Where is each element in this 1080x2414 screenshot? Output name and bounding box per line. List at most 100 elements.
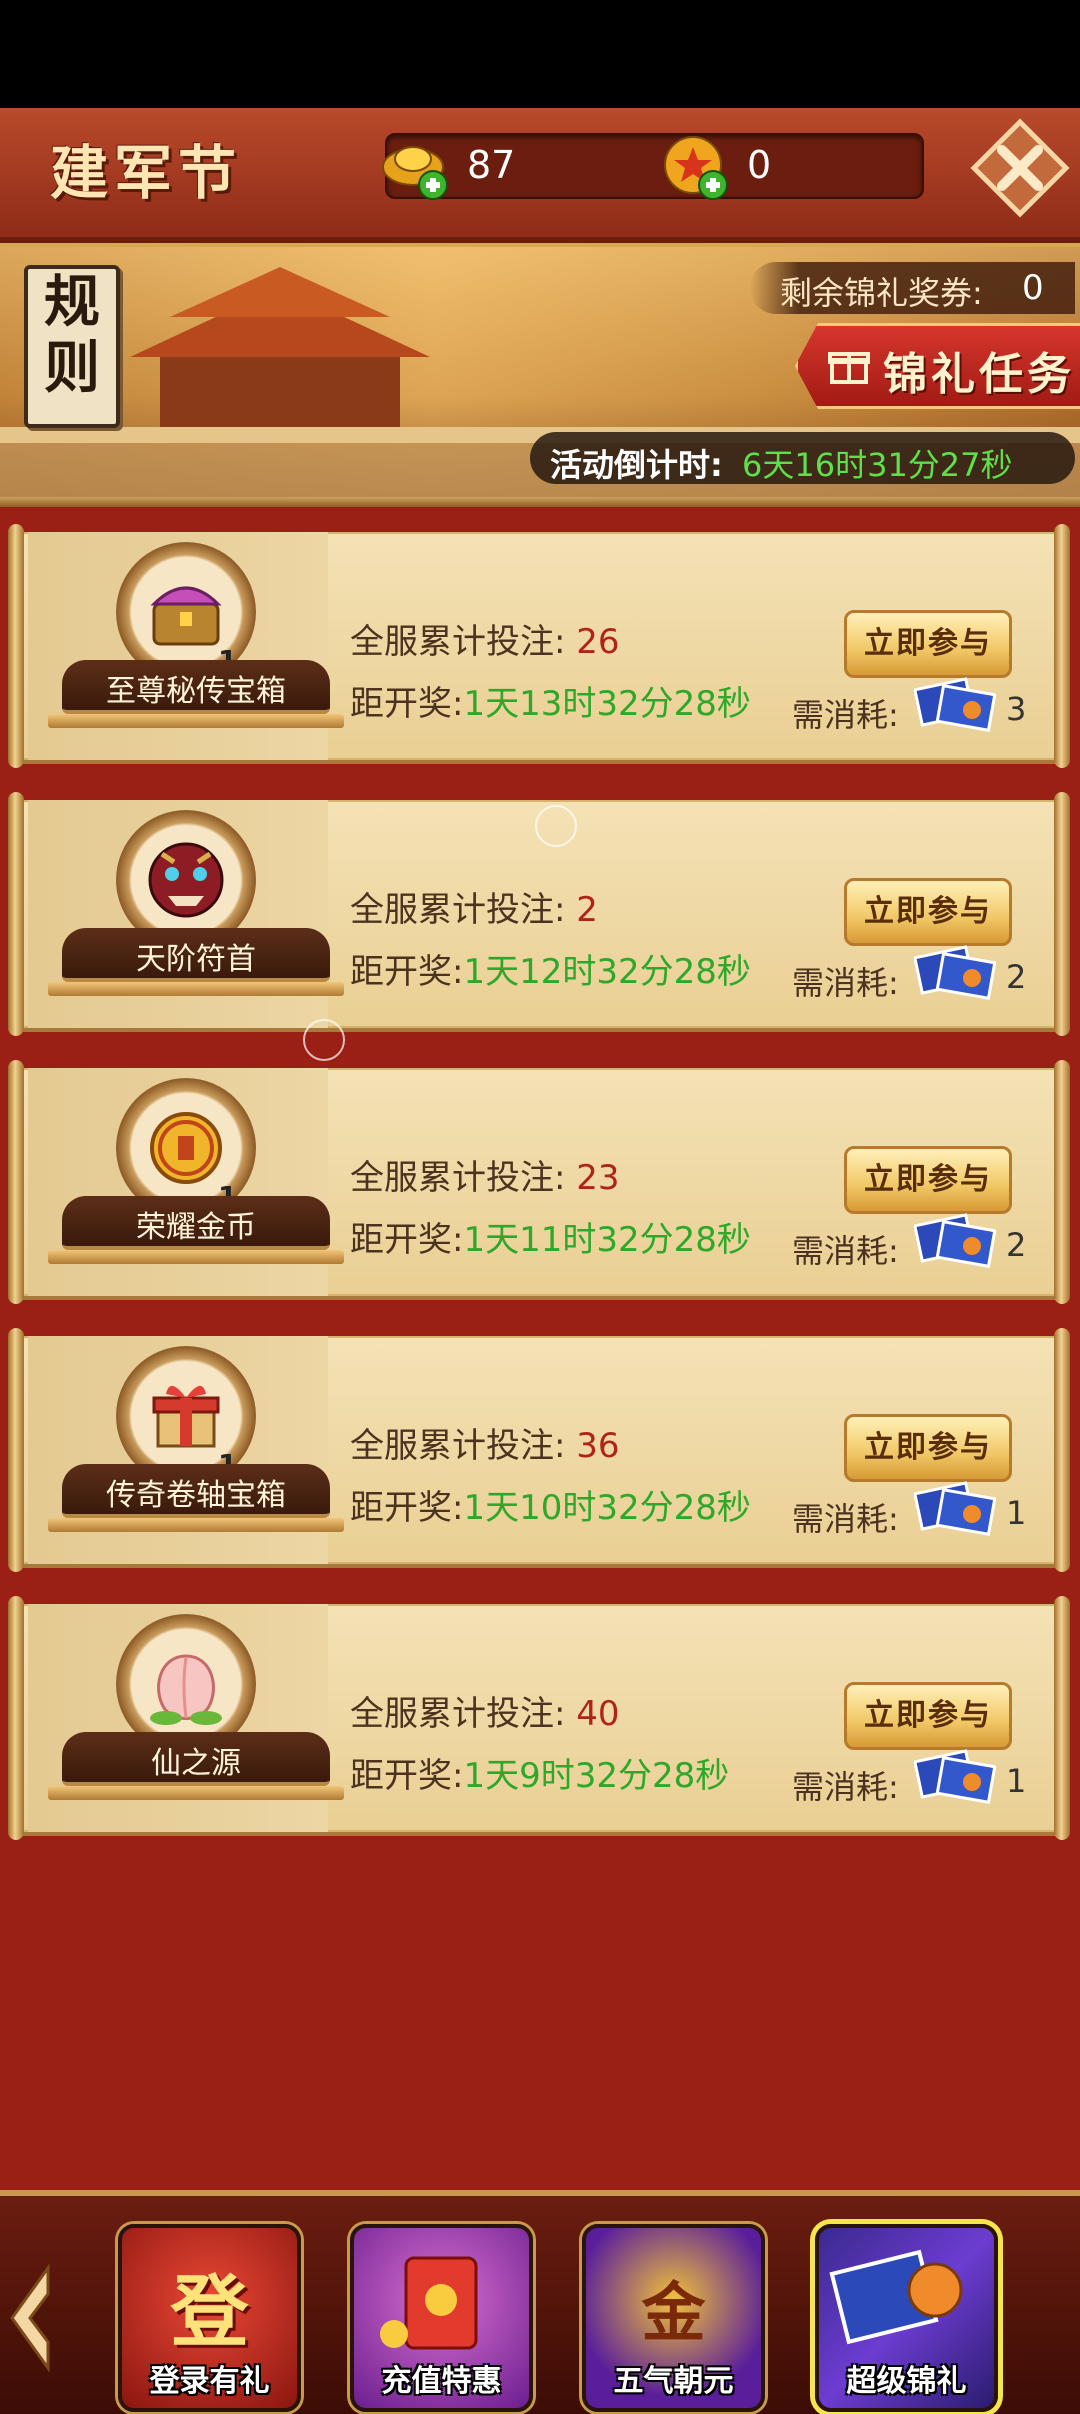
lottery-card: 1 传奇卷轴宝箱 全服累计投注: 36 距开奖:1天10时32分28秒 立即参与…	[8, 1328, 1070, 1572]
total-bets: 全服累计投注: 26	[350, 614, 620, 663]
draw-label: 距开奖:	[350, 1220, 464, 1260]
total-bets: 全服累计投注: 40	[350, 1686, 620, 1735]
ticket-icon	[914, 1481, 996, 1536]
total-bets-value: 23	[576, 1158, 620, 1198]
item-name-plate: 天阶符首	[62, 928, 330, 982]
item-name-plate: 荣耀金币	[62, 1196, 330, 1250]
item-name: 荣耀金币	[136, 1210, 256, 1245]
total-bets-value: 40	[576, 1694, 620, 1734]
draw-label: 距开奖:	[350, 1488, 464, 1528]
draw-countdown: 距开奖:1天12时32分28秒	[350, 944, 751, 993]
banner-border	[0, 497, 1080, 507]
consume-label: 需消耗:	[792, 964, 899, 1002]
consume-label: 需消耗:	[792, 696, 899, 734]
chevron-left-icon[interactable]	[4, 2258, 56, 2378]
plate-base	[48, 1786, 344, 1800]
status-bar	[0, 0, 1080, 108]
draw-countdown: 距开奖:1天9时32分28秒	[350, 1748, 729, 1797]
red-envelope-icon	[380, 2256, 478, 2350]
draw-value: 1天13时32分28秒	[463, 684, 751, 724]
close-icon[interactable]	[970, 118, 1070, 218]
countdown-value: 6天16时31分27秒	[742, 446, 1013, 484]
total-bets-label: 全服累计投注:	[350, 1158, 566, 1198]
remaining-label: 剩余锦礼奖券:	[780, 274, 983, 312]
lottery-card: 1 荣耀金币 全服累计投注: 23 距开奖:1天11时32分28秒 立即参与 需…	[8, 1060, 1070, 1304]
currency-bar: 87 0	[382, 133, 924, 200]
star-token-add-icon[interactable]	[657, 127, 737, 207]
remaining-value: 0	[1022, 268, 1044, 308]
token-amount: 0	[747, 143, 772, 187]
nav-label: 登录有礼	[149, 2364, 270, 2399]
item-name: 传奇卷轴宝箱	[106, 1478, 286, 1513]
nav-recharge-deal[interactable]: 充值特惠	[350, 2224, 533, 2412]
ticket-icon	[914, 945, 996, 1000]
draw-value: 1天12时32分28秒	[463, 952, 751, 992]
card-item-panel: 仙之源	[28, 1604, 344, 1832]
total-bets: 全服累计投注: 23	[350, 1150, 620, 1199]
rules-button[interactable]: 规 则	[24, 265, 120, 428]
consume-count: 3	[1006, 690, 1027, 728]
nav-login-gift[interactable]: 登 登录有礼	[118, 2224, 301, 2412]
card-item-panel: 1 传奇卷轴宝箱	[28, 1336, 344, 1564]
draw-value: 1天9时32分28秒	[463, 1756, 730, 1796]
rules-label-1: 规	[44, 269, 100, 335]
plate-base	[48, 1250, 344, 1264]
total-bets-value: 26	[576, 622, 620, 662]
join-button[interactable]: 立即参与	[844, 878, 1012, 946]
consume-count: 2	[1006, 958, 1027, 996]
draw-value: 1天11时32分28秒	[463, 1220, 751, 1260]
ticket-icon	[914, 677, 996, 732]
countdown-label: 活动倒计时:	[550, 446, 723, 484]
item-name-plate: 至尊秘传宝箱	[62, 660, 330, 714]
total-bets-label: 全服累计投注:	[350, 622, 566, 662]
consume-label: 需消耗:	[792, 1232, 899, 1270]
page-title: 建军节	[50, 139, 243, 207]
draw-value: 1天10时32分28秒	[463, 1488, 751, 1528]
gold-ingot-add-icon[interactable]	[377, 127, 457, 207]
gift-task-button[interactable]: 锦礼任务	[795, 323, 1080, 409]
total-bets-value: 36	[576, 1426, 620, 1466]
item-name: 仙之源	[151, 1746, 241, 1781]
item-name-plate: 传奇卷轴宝箱	[62, 1464, 330, 1518]
gift-icon	[828, 352, 870, 384]
total-bets-label: 全服累计投注:	[350, 1426, 566, 1466]
join-button[interactable]: 立即参与	[844, 1146, 1012, 1214]
consume-count: 1	[1006, 1494, 1027, 1532]
lottery-list: 1 至尊秘传宝箱 全服累计投注: 26 距开奖:1天13时32分28秒 立即参与…	[0, 507, 1080, 2190]
nav-wuqi-chaoyuan[interactable]: 金 五气朝元	[582, 2224, 765, 2412]
join-button[interactable]: 立即参与	[844, 1682, 1012, 1750]
touch-indicator	[303, 1019, 345, 1061]
item-name: 天阶符首	[136, 942, 256, 977]
plate-base	[48, 714, 344, 728]
gold-amount: 87	[467, 143, 516, 187]
nav-label: 超级锦礼	[846, 2364, 967, 2399]
consume-count: 1	[1006, 1762, 1027, 1800]
ticket-icon	[914, 1749, 996, 1804]
nav-label: 充值特惠	[381, 2364, 502, 2399]
join-button[interactable]: 立即参与	[844, 610, 1012, 678]
total-bets: 全服累计投注: 2	[350, 882, 598, 931]
item-name-plate: 仙之源	[62, 1732, 330, 1786]
join-button[interactable]: 立即参与	[844, 1414, 1012, 1482]
draw-label: 距开奖:	[350, 684, 464, 724]
total-bets: 全服累计投注: 36	[350, 1418, 620, 1467]
draw-label: 距开奖:	[350, 1756, 464, 1796]
card-item-panel: 1 至尊秘传宝箱	[28, 532, 344, 760]
draw-label: 距开奖:	[350, 952, 464, 992]
event-countdown: 活动倒计时: 6天16时31分27秒	[530, 432, 1075, 484]
rules-label-2: 则	[44, 335, 100, 401]
item-name: 至尊秘传宝箱	[106, 674, 286, 709]
draw-countdown: 距开奖:1天10时32分28秒	[350, 1480, 751, 1529]
lottery-card: 仙之源 全服累计投注: 40 距开奖:1天9时32分28秒 立即参与 需消耗: …	[8, 1596, 1070, 1840]
draw-countdown: 距开奖:1天13时32分28秒	[350, 676, 751, 725]
touch-indicator	[535, 805, 577, 847]
consume-label: 需消耗:	[792, 1768, 899, 1806]
plate-base	[48, 1518, 344, 1532]
consume-count: 2	[1006, 1226, 1027, 1264]
nav-label: 五气朝元	[613, 2364, 734, 2399]
ticket-icon	[914, 1213, 996, 1268]
login-glyph: 登	[170, 2267, 249, 2358]
nav-super-gift[interactable]: 超级锦礼	[815, 2224, 998, 2412]
total-bets-label: 全服累计投注:	[350, 890, 566, 930]
lottery-card: 1 至尊秘传宝箱 全服累计投注: 26 距开奖:1天13时32分28秒 立即参与…	[8, 524, 1070, 768]
